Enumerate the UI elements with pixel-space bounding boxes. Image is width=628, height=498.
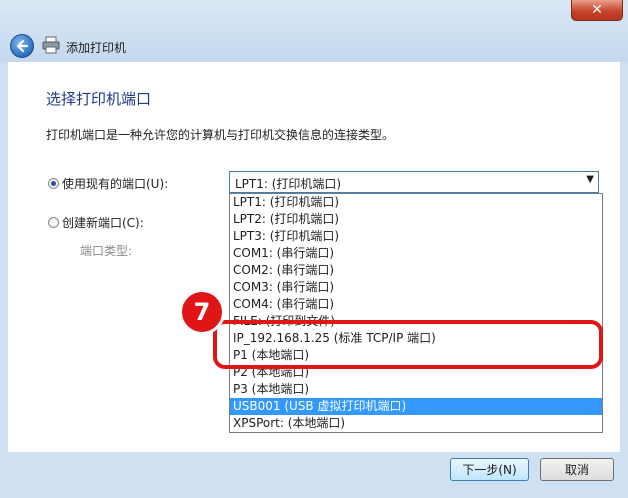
dropdown-option[interactable]: COM1: (串行端口) bbox=[230, 245, 602, 262]
dropdown-option[interactable]: COM4: (串行端口) bbox=[230, 296, 602, 313]
dropdown-option[interactable]: USB001 (USB 虚拟打印机端口) bbox=[230, 398, 602, 415]
window-title: 添加打印机 bbox=[66, 41, 127, 55]
create-port-radio[interactable] bbox=[48, 217, 59, 228]
dropdown-option[interactable]: LPT1: (打印机端口) bbox=[230, 194, 602, 211]
dropdown-option[interactable]: COM2: (串行端口) bbox=[230, 262, 602, 279]
create-port-label[interactable]: 创建新端口(C): bbox=[62, 214, 144, 231]
chevron-down-icon[interactable]: ▼ bbox=[586, 174, 594, 185]
next-button[interactable]: 下一步(N) bbox=[450, 458, 529, 481]
printer-icon bbox=[42, 36, 60, 54]
dropdown-option[interactable]: XPSPort: (本地端口) bbox=[230, 415, 602, 432]
dropdown-option[interactable]: COM3: (串行端口) bbox=[230, 279, 602, 296]
back-arrow-icon bbox=[16, 39, 29, 53]
page-description: 打印机端口是一种允许您的计算机与打印机交换信息的连接类型。 bbox=[46, 128, 395, 142]
port-type-label: 端口类型: bbox=[80, 244, 133, 258]
port-select-value: LPT1: (打印机端口) bbox=[235, 177, 342, 191]
annotation-highlight-ring bbox=[213, 320, 603, 369]
wizard-content: 选择打印机端口 打印机端口是一种允许您的计算机与打印机交换信息的连接类型。 使用… bbox=[8, 62, 620, 452]
existing-port-label[interactable]: 使用现有的端口(U): bbox=[62, 175, 168, 192]
step-number-badge: 7 bbox=[179, 289, 225, 335]
dropdown-option[interactable]: P3 (本地端口) bbox=[230, 381, 602, 398]
close-button[interactable]: ✕ bbox=[571, 0, 623, 21]
existing-port-radio[interactable] bbox=[48, 178, 59, 189]
dropdown-option[interactable]: LPT3: (打印机端口) bbox=[230, 228, 602, 245]
cancel-button[interactable]: 取消 bbox=[540, 458, 614, 481]
port-dropdown-list[interactable]: LPT1: (打印机端口) LPT2: (打印机端口) LPT3: (打印机端口) C… bbox=[229, 193, 603, 433]
page-heading: 选择打印机端口 bbox=[46, 90, 152, 108]
dropdown-option[interactable]: LPT2: (打印机端口) bbox=[230, 211, 602, 228]
port-select[interactable]: LPT1: (打印机端口) ▼ bbox=[229, 171, 599, 193]
back-button[interactable] bbox=[10, 34, 34, 58]
